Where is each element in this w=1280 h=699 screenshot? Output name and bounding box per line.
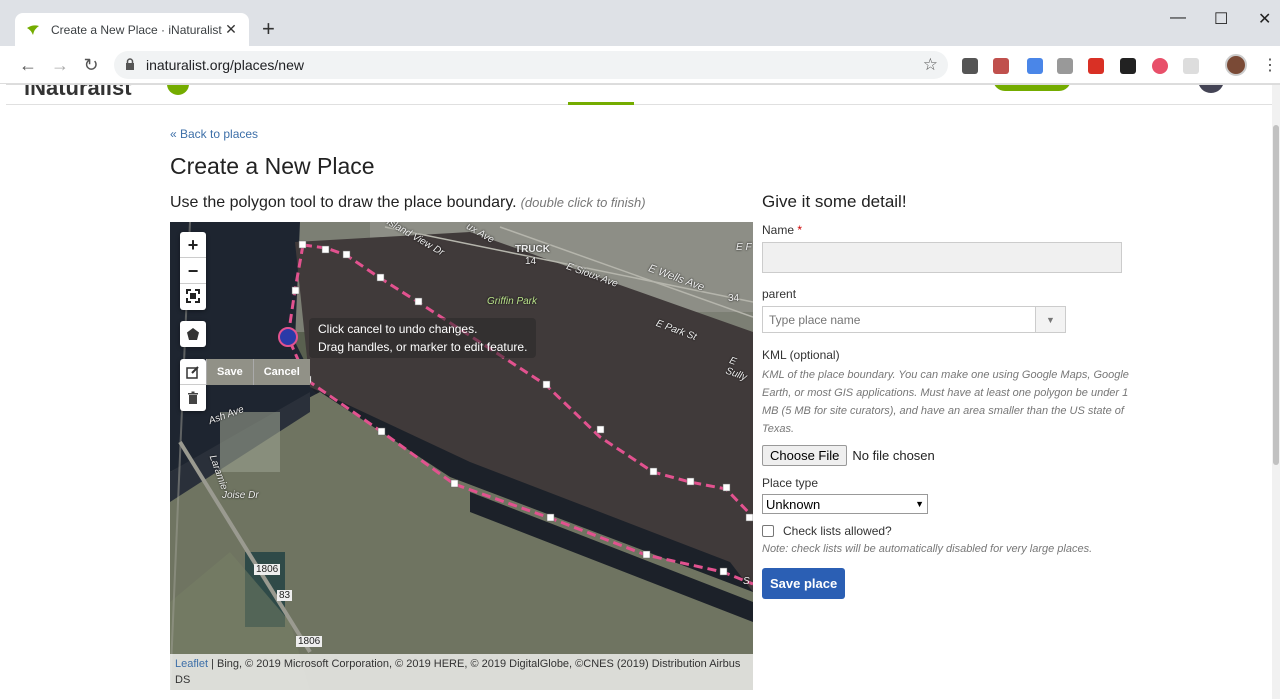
browser-tab[interactable]: Create a New Place · iNaturalist ✕	[15, 13, 249, 46]
parent-combobox: ▼	[762, 306, 1066, 333]
edit-layers-button[interactable]	[180, 359, 206, 385]
map-label-route-34: 34	[728, 293, 740, 304]
map-label-joise-dr: Joise Dr	[222, 490, 259, 501]
check-lists-note: Note: check lists will be automatically …	[762, 543, 1093, 555]
zoom-control: + −	[180, 232, 206, 310]
extension-camera-icon[interactable]	[1057, 58, 1073, 74]
extension-red-icon[interactable]	[1088, 58, 1104, 74]
fullscreen-icon	[186, 289, 200, 303]
select-arrow-icon: ▼	[915, 499, 924, 509]
upload-button[interactable]	[993, 85, 1071, 91]
profile-avatar[interactable]	[1225, 54, 1247, 76]
extension-shield-icon[interactable]	[962, 58, 978, 74]
form-heading: Give it some detail!	[762, 192, 907, 211]
save-place-button[interactable]: Save place	[762, 568, 846, 599]
browser-tabbar: Create a New Place · iNaturalist ✕ + — ☐…	[0, 0, 1280, 46]
parent-input[interactable]	[763, 307, 1035, 332]
edit-tooltip: Click cancel to undo changes. Drag handl…	[309, 318, 537, 358]
back-to-places-link[interactable]: « Back to places	[170, 127, 258, 141]
scrollbar-thumb[interactable]	[1273, 125, 1279, 465]
name-input[interactable]	[762, 242, 1122, 273]
extension-video-icon[interactable]	[1120, 58, 1136, 74]
map-label-route-14: 14	[525, 256, 537, 267]
user-avatar[interactable]	[1198, 85, 1224, 93]
check-lists-row: Check lists allowed?	[762, 524, 1132, 538]
site-header: iNaturalist	[0, 85, 1272, 105]
map-label-truck: TRUCK	[515, 244, 550, 255]
inaturalist-favicon-icon	[27, 24, 39, 35]
polygon-icon	[187, 328, 199, 340]
leaflet-link[interactable]: Leaflet	[175, 658, 208, 670]
map-label-ef: E F	[736, 242, 752, 253]
chevron-down-icon: ▼	[1046, 314, 1055, 325]
back-arrow-icon[interactable]: ←	[18, 55, 38, 75]
extension-pen-icon[interactable]	[1027, 58, 1043, 74]
name-label: Name *	[762, 223, 1132, 237]
minimize-icon[interactable]: —	[1170, 9, 1186, 27]
maximize-icon[interactable]: ☐	[1214, 9, 1228, 29]
attribution-text: | Bing, © 2019 Microsoft Corporation, © …	[175, 658, 741, 686]
page-title: Create a New Place	[170, 153, 375, 179]
map-label-route-1806-b: 1806	[296, 636, 323, 647]
check-lists-label: Check lists allowed?	[783, 524, 892, 538]
tab-title: Create a New Place · iNaturalist	[51, 22, 222, 37]
instructions-text: Use the polygon tool to draw the place b…	[170, 194, 517, 211]
page-scrollbar[interactable]	[1272, 85, 1280, 699]
trash-icon	[188, 391, 198, 404]
place-form: Give it some detail! Name * parent ▼ KML…	[762, 192, 1132, 599]
fullscreen-button[interactable]	[180, 284, 206, 310]
name-label-text: Name	[762, 223, 795, 237]
edit-actions: Save Cancel	[206, 359, 310, 385]
tooltip-line-2: Drag handles, or marker to edit feature.	[318, 340, 528, 354]
parent-dropdown-button[interactable]: ▼	[1035, 307, 1065, 332]
page-content: iNaturalist « Back to places Create a Ne…	[0, 85, 1280, 699]
place-type-label: Place type	[762, 476, 819, 490]
map-label-route-83: 83	[277, 590, 293, 601]
save-edits-button[interactable]: Save	[206, 359, 253, 385]
place-map[interactable]: Island View Dr ux Ave TRUCK 14 E Sioux A…	[170, 222, 753, 690]
map-instructions: Use the polygon tool to draw the place b…	[170, 194, 646, 212]
parent-label: parent	[762, 287, 797, 301]
map-attribution: Leaflet | Bing, © 2019 Microsoft Corpora…	[170, 654, 753, 690]
kml-label: KML (optional)	[762, 348, 840, 362]
site-logo[interactable]: iNaturalist	[24, 85, 132, 101]
cancel-edits-button[interactable]: Cancel	[252, 359, 310, 385]
kml-help-text: KML of the place boundary. You can make …	[762, 369, 1129, 435]
address-bar[interactable]: inaturalist.org/places/new ☆	[114, 51, 948, 79]
required-marker: *	[797, 223, 803, 237]
tooltip-line-1: Click cancel to undo changes.	[318, 322, 478, 336]
extension-puzzle-icon[interactable]	[1183, 58, 1199, 74]
draw-polygon-button[interactable]	[180, 321, 206, 347]
choose-file-button[interactable]: Choose File	[762, 445, 848, 466]
instructions-hint: (double click to finish)	[520, 195, 646, 210]
map-label-route-1806-a: 1806	[254, 564, 281, 575]
map-label-griffin-park: Griffin Park	[487, 296, 538, 307]
reload-icon[interactable]: ↻	[81, 55, 101, 75]
site-logo-mark-icon	[167, 85, 189, 95]
check-lists-checkbox[interactable]	[762, 525, 774, 537]
browser-toolbar: ← → ↻ inaturalist.org/places/new ☆ ⋮	[0, 46, 1280, 84]
extension-pdf-icon[interactable]	[993, 58, 1009, 74]
zoom-in-button[interactable]: +	[180, 232, 206, 258]
edit-toolbar	[180, 359, 206, 411]
zoom-out-button[interactable]: −	[180, 258, 206, 284]
new-tab-button[interactable]: +	[262, 16, 275, 42]
menu-kebab-icon[interactable]: ⋮	[1262, 55, 1278, 75]
place-type-select[interactable]: Unknown ▼	[762, 494, 928, 514]
no-file-text: No file chosen	[852, 448, 935, 463]
edit-icon	[186, 365, 199, 379]
satellite-imagery	[170, 222, 753, 690]
place-type-value: Unknown	[766, 496, 821, 512]
desktop-edge	[0, 84, 6, 699]
url-text: inaturalist.org/places/new	[146, 57, 304, 73]
forward-arrow-icon[interactable]: →	[50, 55, 70, 75]
active-nav-indicator	[568, 102, 634, 105]
map-label-s: S	[743, 576, 750, 587]
close-tab-icon[interactable]: ✕	[223, 21, 239, 38]
extension-circle-icon[interactable]	[1152, 58, 1168, 74]
close-window-icon[interactable]: ✕	[1258, 9, 1271, 29]
delete-layers-button[interactable]	[180, 385, 206, 411]
bookmark-star-icon[interactable]: ☆	[923, 55, 938, 75]
lock-icon	[126, 58, 134, 70]
